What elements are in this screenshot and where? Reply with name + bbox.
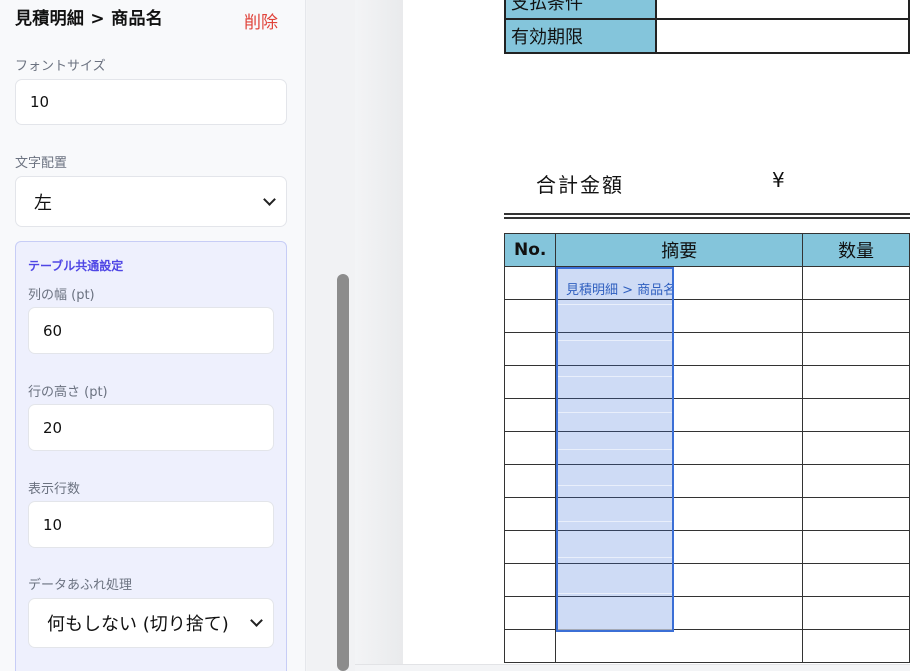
table-cell[interactable] <box>503 299 557 333</box>
info-value[interactable] <box>655 18 910 54</box>
header-description[interactable]: 摘要 <box>555 233 804 267</box>
table-cell[interactable] <box>802 563 910 597</box>
currency-symbol[interactable]: ¥ <box>772 168 785 192</box>
display-rows-value: 10 <box>43 515 63 534</box>
header-no[interactable]: No. <box>503 233 557 267</box>
table-cell[interactable] <box>802 266 910 300</box>
font-size-input[interactable]: 10 <box>15 79 287 125</box>
display-rows-label: 表示行数 <box>28 482 81 497</box>
row-height-input[interactable]: 20 <box>28 404 274 451</box>
table-cell[interactable] <box>503 431 557 465</box>
table-cell[interactable] <box>802 530 910 564</box>
chevron-down-icon <box>250 614 263 627</box>
table-cell[interactable] <box>503 365 557 399</box>
property-panel: 見積明細 > 商品名 削除 フォントサイズ 10 文字配置 左 テーブル共通設定… <box>0 0 306 671</box>
table-cell[interactable] <box>503 563 557 597</box>
row-height-label: 行の高さ (pt) <box>28 385 108 400</box>
canvas-background <box>355 0 403 671</box>
chevron-down-icon <box>263 192 276 206</box>
editor-root: 見積明細 > 商品名 削除 フォントサイズ 10 文字配置 左 テーブル共通設定… <box>0 0 910 671</box>
canvas-bottom-bar <box>355 664 910 671</box>
table-cell[interactable] <box>802 332 910 366</box>
info-row: 有効期限 <box>503 18 910 54</box>
overflow-value: 何もしない (切り捨て) <box>47 614 229 635</box>
selected-column-row <box>558 269 672 630</box>
font-size-label: フォントサイズ <box>15 59 106 74</box>
overflow-select[interactable]: 何もしない (切り捨て) <box>28 598 274 648</box>
selected-column-element[interactable]: 見積明細 > 商品名 <box>556 267 674 632</box>
delete-button[interactable]: 削除 <box>244 8 278 33</box>
info-value[interactable] <box>655 0 910 20</box>
table-cell[interactable] <box>555 629 804 663</box>
table-cell[interactable] <box>802 365 910 399</box>
divider-line <box>504 217 910 219</box>
table-cell[interactable] <box>503 629 557 663</box>
row-height-value: 20 <box>43 418 63 437</box>
table-cell[interactable] <box>802 497 910 531</box>
alignment-label: 文字配置 <box>15 156 68 171</box>
items-header-row: No. 摘要 数量 <box>503 233 910 267</box>
overflow-label: データあふれ処理 <box>28 578 133 593</box>
divider-line <box>504 213 910 215</box>
table-cell[interactable] <box>503 398 557 432</box>
panel-title: 見積明細 > 商品名 <box>15 9 164 29</box>
column-width-label: 列の幅 (pt) <box>28 288 95 303</box>
table-row <box>503 629 910 663</box>
font-size-value: 10 <box>30 93 50 111</box>
header-quantity[interactable]: 数量 <box>802 233 910 267</box>
table-cell[interactable] <box>503 332 557 366</box>
total-amount-label[interactable]: 合計金額 <box>536 169 624 198</box>
scrollbar-thumb[interactable] <box>337 274 349 671</box>
info-label[interactable]: 有効期限 <box>503 18 658 54</box>
info-label[interactable]: 支払条件 <box>503 0 658 20</box>
table-settings-group: テーブル共通設定 列の幅 (pt) 60 行の高さ (pt) 20 表示行数 1… <box>15 241 287 671</box>
table-settings-title: テーブル共通設定 <box>28 259 124 273</box>
display-rows-input[interactable]: 10 <box>28 501 274 548</box>
column-width-value: 60 <box>43 321 63 340</box>
table-cell[interactable] <box>802 596 910 630</box>
table-cell[interactable] <box>802 398 910 432</box>
column-width-input[interactable]: 60 <box>28 307 274 354</box>
table-cell[interactable] <box>503 464 557 498</box>
info-row: 支払条件 <box>503 0 910 20</box>
table-cell[interactable] <box>802 431 910 465</box>
table-cell[interactable] <box>802 299 910 333</box>
table-cell[interactable] <box>503 497 557 531</box>
table-cell[interactable] <box>802 464 910 498</box>
table-cell[interactable] <box>802 629 910 663</box>
info-table: 支払条件 有効期限 <box>503 0 910 54</box>
table-cell[interactable] <box>503 530 557 564</box>
table-cell[interactable] <box>503 266 557 300</box>
alignment-select[interactable]: 左 <box>15 176 287 227</box>
table-cell[interactable] <box>503 596 557 630</box>
alignment-value: 左 <box>34 192 52 214</box>
